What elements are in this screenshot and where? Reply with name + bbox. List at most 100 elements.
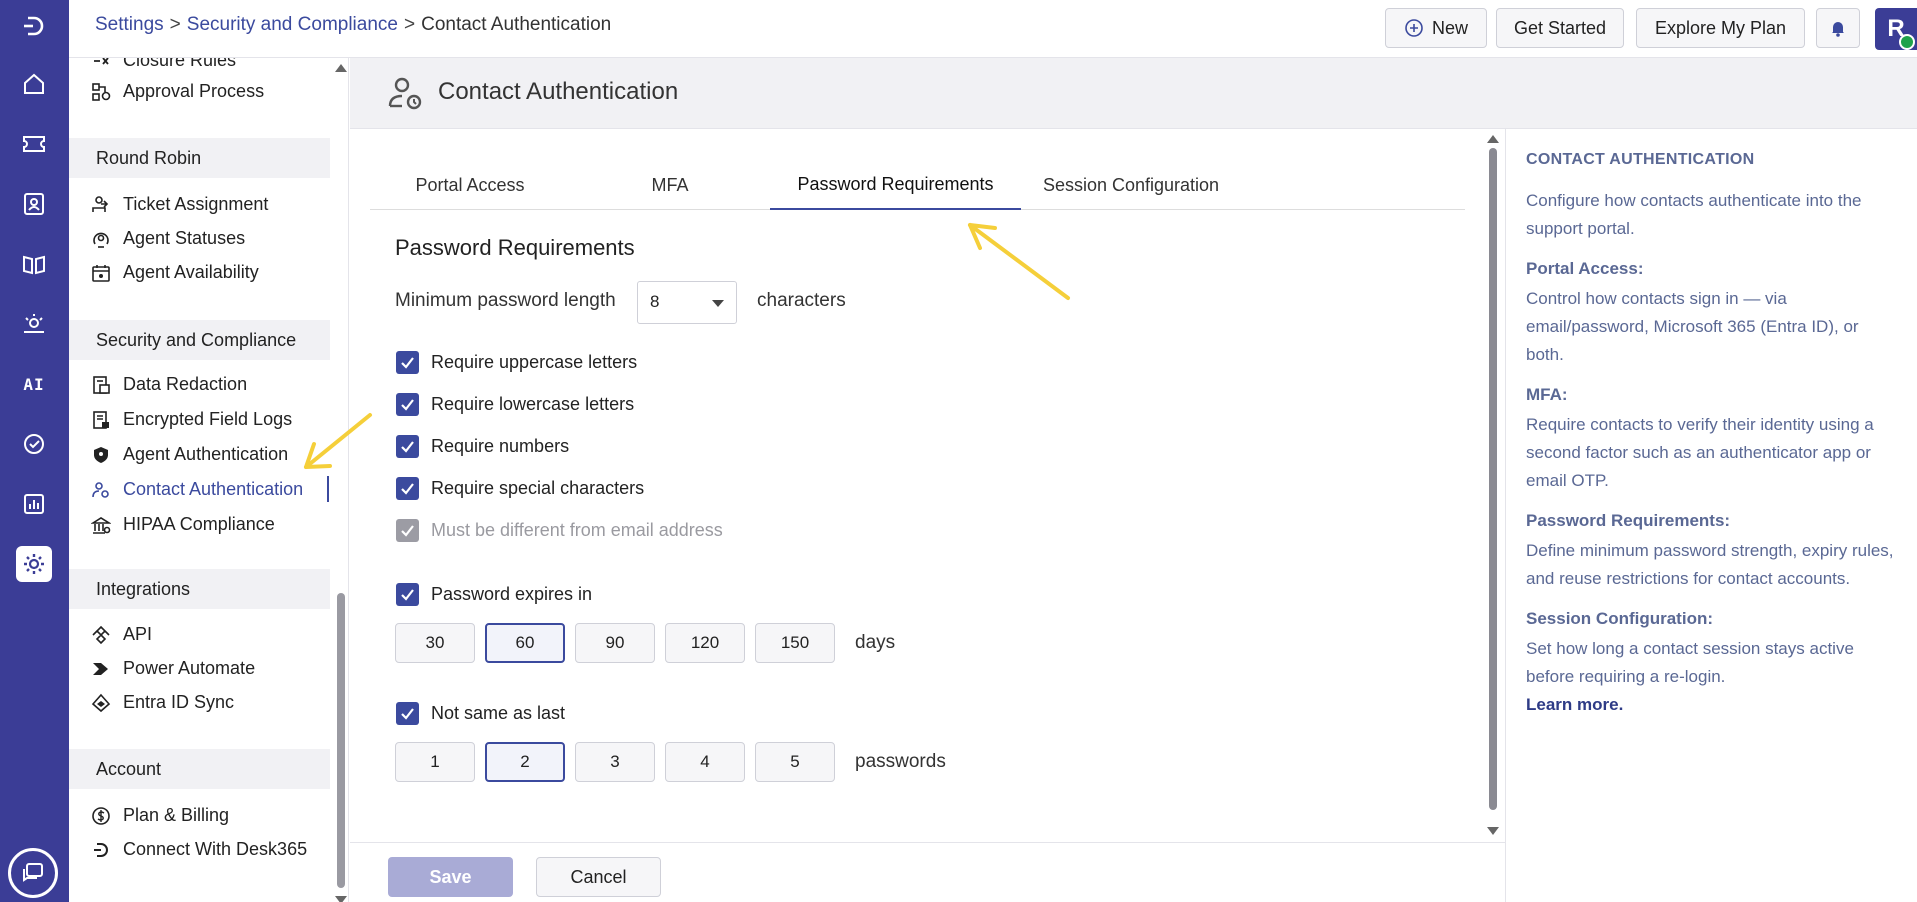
cancel-button[interactable]: Cancel [536,857,661,897]
contacts-icon[interactable] [16,186,52,222]
expiry-option[interactable]: 30 [395,623,475,663]
scroll-down-arrow-icon[interactable] [1487,827,1499,835]
checkbox-checked-icon[interactable] [396,583,419,606]
help-title: CONTACT AUTHENTICATION [1526,151,1755,168]
history-option-selected[interactable]: 2 [485,742,565,782]
tasks-icon[interactable] [16,426,52,462]
checkbox-checked-icon[interactable] [396,702,419,725]
sidebar-item-api[interactable]: API [91,624,152,645]
sidebar-item-label: Agent Statuses [123,228,246,248]
active-indicator [327,476,329,502]
chat-icon[interactable] [8,848,58,898]
main-scrollbar[interactable] [1486,133,1500,843]
ai-icon[interactable]: AI [16,366,52,402]
explore-plan-button[interactable]: Explore My Plan [1636,8,1805,48]
sidebar-item-agent-authentication[interactable]: Agent Authentication [91,444,288,465]
min-length-value: 8 [650,292,660,311]
sidebar-item-hipaa-compliance[interactable]: HIPAA Compliance [91,514,275,535]
tab-portal-access[interactable]: Portal Access [370,160,570,210]
scroll-up-arrow-icon[interactable] [335,64,347,72]
help-heading: Portal Access: [1526,259,1644,278]
sidebar-item-plan-billing[interactable]: Plan & Billing [91,805,229,826]
settings-icon[interactable] [16,546,52,582]
scrollbar-thumb[interactable] [337,593,345,888]
scrollbar-thumb[interactable] [1489,148,1497,810]
checkbox-label: Require lowercase letters [431,394,635,414]
sidebar-item-closure-rules[interactable]: Closure Rules [91,58,236,71]
checkbox-checked-icon[interactable] [396,477,419,500]
sidebar-item-agent-availability[interactable]: Agent Availability [91,262,259,283]
help-text: Control how contacts sign in — via email… [1526,289,1859,364]
history-unit: passwords [855,751,946,772]
breadcrumb-current: Contact Authentication [421,14,612,35]
tab-mfa[interactable]: MFA [570,160,770,210]
checkbox-checked-icon[interactable] [396,351,419,374]
history-option[interactable]: 1 [395,742,475,782]
learn-more-link[interactable]: Learn more. [1526,695,1623,714]
annotation-arrow [968,223,1070,300]
save-button[interactable]: Save [388,857,513,897]
home-icon[interactable] [16,66,52,102]
min-length-unit: characters [757,290,846,311]
history-option[interactable]: 3 [575,742,655,782]
power-automate-icon [93,662,108,675]
scroll-down-arrow-icon[interactable] [335,896,347,902]
min-length-select[interactable]: 8 [637,281,737,324]
notifications-button[interactable] [1816,8,1860,48]
history-option[interactable]: 4 [665,742,745,782]
help-text: Define minimum password strength, expiry… [1526,541,1894,588]
sidebar-item-label: Connect With Desk365 [123,839,308,859]
check-not-same-as-last[interactable]: Not same as last [396,702,565,725]
section-header-security: Security and Compliance [69,320,330,360]
field-services-icon[interactable] [16,306,52,342]
tab-password-requirements[interactable]: Password Requirements [770,160,1021,210]
checkbox-checked-icon[interactable] [396,435,419,458]
expiry-option[interactable]: 150 [755,623,835,663]
sidebar-item-entra-id-sync[interactable]: Entra ID Sync [91,692,234,713]
expiry-option-selected[interactable]: 60 [485,623,565,663]
check-password-expires[interactable]: Password expires in [396,583,592,606]
reports-icon[interactable] [16,486,52,522]
expiry-option[interactable]: 90 [575,623,655,663]
sidebar-item-label: HIPAA Compliance [123,514,275,534]
sidebar-item-contact-authentication[interactable]: Contact Authentication [91,479,303,500]
expiry-option[interactable]: 120 [665,623,745,663]
sidebar-item-power-automate[interactable]: Power Automate [91,658,255,679]
ticket-icon[interactable] [16,126,52,162]
check-lowercase[interactable]: Require lowercase letters [396,393,634,416]
sidebar-scrollbar[interactable] [333,58,347,902]
sidebar-item-label: Ticket Assignment [123,194,269,214]
sidebar-item-approval-process[interactable]: Approval Process [91,81,264,102]
app-rail: AI [0,0,69,902]
help-heading: Session Configuration: [1526,609,1713,628]
min-length-label: Minimum password length [395,290,616,311]
sidebar-item-label: Contact Authentication [123,479,304,499]
sidebar-item-encrypted-field-logs[interactable]: Encrypted Field Logs [91,409,292,430]
tab-session-configuration[interactable]: Session Configuration [1021,160,1241,210]
logo-icon[interactable] [16,8,52,44]
scroll-up-arrow-icon[interactable] [1487,135,1499,143]
check-numbers[interactable]: Require numbers [396,435,569,458]
new-button[interactable]: New [1385,8,1487,48]
history-option[interactable]: 5 [755,742,835,782]
sidebar-item-label: API [123,624,153,644]
sidebar-item-data-redaction[interactable]: Data Redaction [91,374,247,395]
check-special-characters[interactable]: Require special characters [396,477,644,500]
encrypted-logs-icon [93,410,109,429]
breadcrumb-security[interactable]: Security and Compliance [187,14,398,35]
check-uppercase[interactable]: Require uppercase letters [396,351,637,374]
form-footer: Save Cancel [350,842,1505,902]
sidebar-item-label: Power Automate [123,658,256,678]
sidebar-item-connect-desk365[interactable]: Connect With Desk365 [91,839,307,860]
sidebar-item-ticket-assignment[interactable]: Ticket Assignment [91,194,268,215]
breadcrumb-separator: > [169,14,181,35]
online-status-badge [1899,34,1915,50]
sidebar-item-agent-statuses[interactable]: Agent Statuses [91,228,245,249]
expiry-options: 30 60 90 120 150 days [395,623,895,663]
breadcrumb-settings[interactable]: Settings [95,14,164,35]
knowledge-base-icon[interactable] [16,246,52,282]
top-bar: Settings > Security and Compliance > Contact… [69,0,1917,58]
section-header-account: Account [69,749,330,789]
get-started-button[interactable]: Get Started [1496,8,1624,48]
checkbox-checked-icon[interactable] [396,393,419,416]
